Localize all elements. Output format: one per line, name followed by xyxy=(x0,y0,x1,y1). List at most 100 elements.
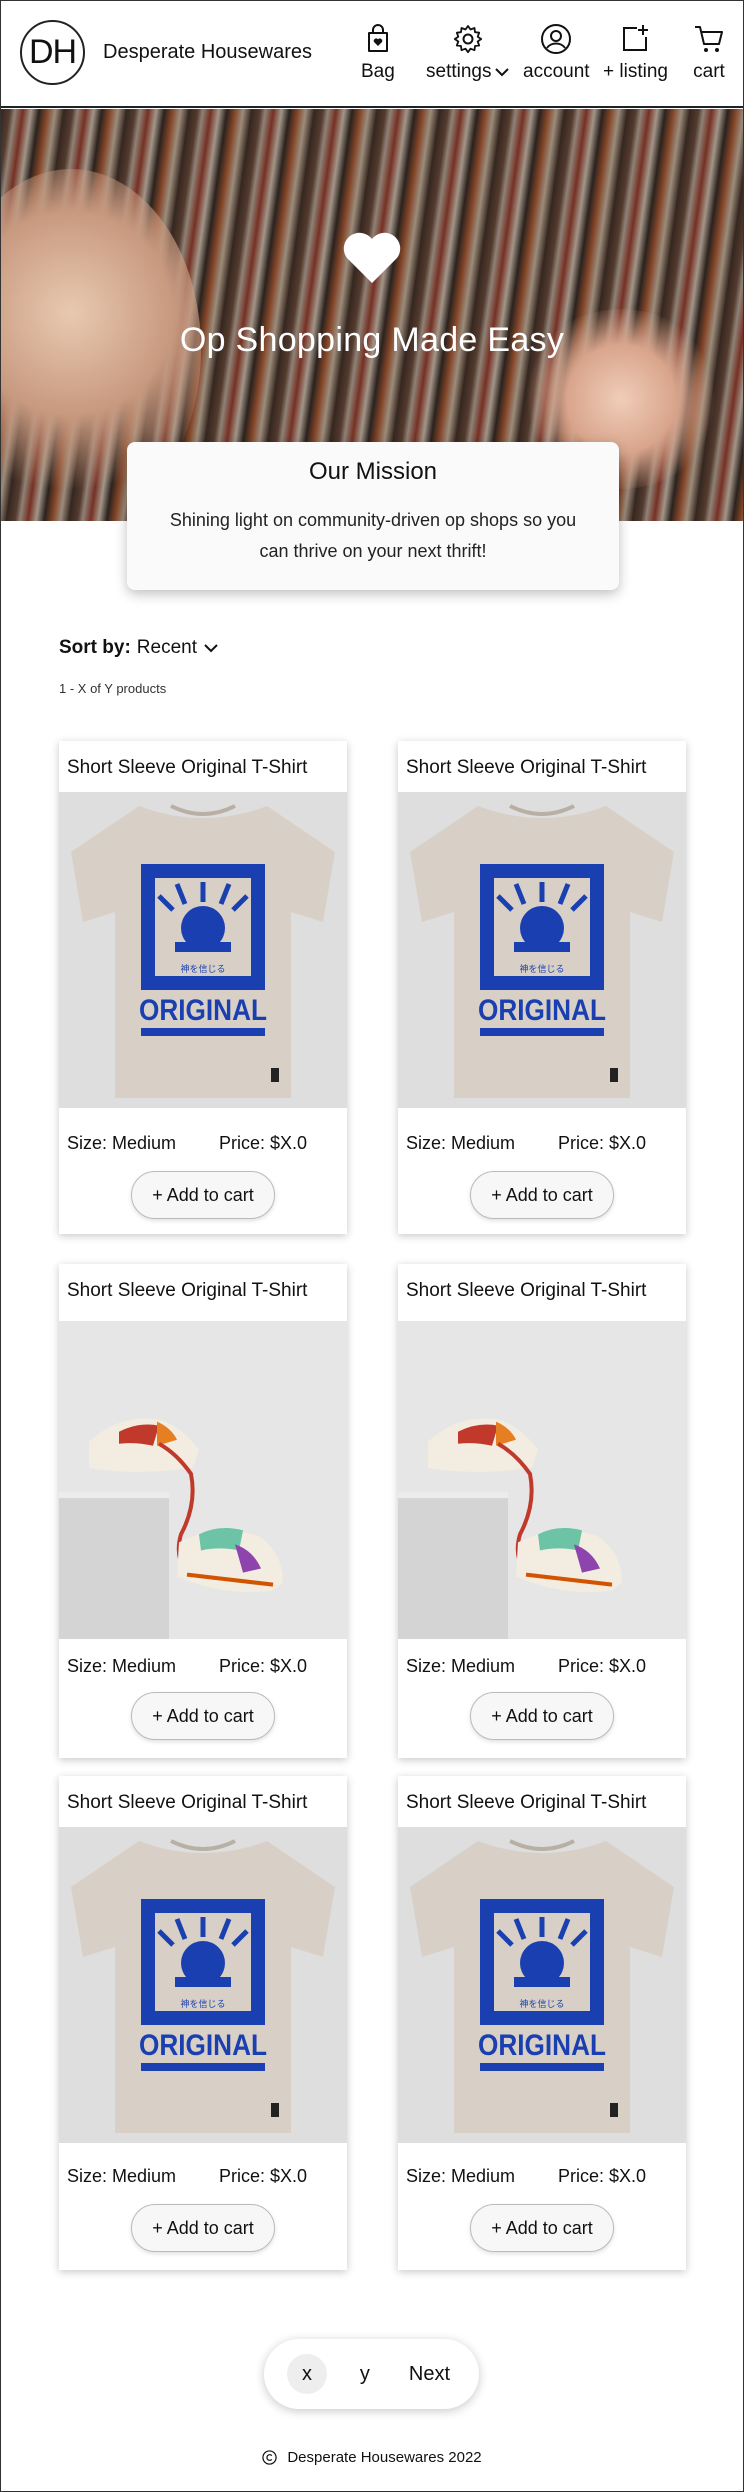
gear-icon xyxy=(453,25,482,54)
product-meta: Size: Medium Price: $X.0 xyxy=(406,1133,678,1154)
product-size: Size: Medium xyxy=(406,1656,516,1676)
product-title[interactable]: Short Sleeve Original T-Shirt xyxy=(406,1792,646,1814)
svg-text:神を信じる: 神を信じる xyxy=(180,1998,225,2010)
sort-value: Recent xyxy=(136,637,197,658)
product-meta: Size: Medium Price: $X.0 xyxy=(67,2166,339,2187)
svg-text:ORIGINAL: ORIGINAL xyxy=(478,994,606,1027)
product-meta: Size: Medium Price: $X.0 xyxy=(406,2166,678,2187)
add-to-cart-button[interactable]: + Add to cart xyxy=(131,1171,275,1219)
sort-label: Sort by: xyxy=(59,637,131,658)
plus-icon: + xyxy=(152,2217,163,2238)
product-meta: Size: Medium Price: $X.0 xyxy=(67,1656,339,1677)
nav-settings[interactable]: settings xyxy=(426,23,510,83)
nav-bag[interactable]: Bag xyxy=(361,23,395,83)
copyright-icon xyxy=(262,2450,278,2465)
add-to-cart-label: Add to cart xyxy=(505,1184,593,1205)
add-to-cart-label: Add to cart xyxy=(166,1184,254,1205)
product-image[interactable]: 神を信じる ORIGINAL xyxy=(398,792,686,1108)
chevron-down-icon xyxy=(495,68,510,77)
product-image[interactable] xyxy=(59,1321,347,1639)
add-to-cart-label: Add to cart xyxy=(505,2217,593,2238)
product-card[interactable]: Short Sleeve Original T-Shirt Size: Medi… xyxy=(59,1264,347,1758)
page-button-x[interactable]: x xyxy=(286,2354,327,2394)
nav-label-cart: cart xyxy=(693,61,725,82)
plus-icon: + xyxy=(491,1184,502,1205)
nav-label-bag: Bag xyxy=(361,61,395,82)
product-title[interactable]: Short Sleeve Original T-Shirt xyxy=(67,1280,307,1302)
add-to-cart-button[interactable]: + Add to cart xyxy=(131,2204,275,2252)
cart-icon xyxy=(695,26,723,52)
nav-label-account: account xyxy=(523,61,590,82)
product-size: Size: Medium xyxy=(406,2166,516,2186)
add-to-cart-button[interactable]: + Add to cart xyxy=(470,1171,614,1219)
product-image[interactable]: 神を信じる ORIGINAL xyxy=(59,792,347,1108)
tshirt-image: 神を信じる ORIGINAL xyxy=(398,792,686,1108)
tshirt-image: 神を信じる ORIGINAL xyxy=(59,1827,347,2143)
product-count: 1 - X of Y products xyxy=(59,681,167,696)
logo[interactable]: DH xyxy=(20,20,85,85)
product-title[interactable]: Short Sleeve Original T-Shirt xyxy=(406,757,646,779)
footer-text: Desperate Housewares 2022 xyxy=(287,2449,482,2466)
product-image[interactable] xyxy=(398,1321,686,1639)
hero-title: Op Shopping Made Easy xyxy=(179,321,565,359)
logo-text: DH xyxy=(28,33,77,71)
nav-label-settings: settings xyxy=(426,61,492,82)
sneakers-image xyxy=(59,1321,347,1639)
account-icon xyxy=(541,24,572,54)
footer: Desperate Housewares 2022 xyxy=(1,2449,743,2466)
product-price: Price: $X.0 xyxy=(557,1133,646,1153)
tshirt-image: 神を信じる ORIGINAL xyxy=(398,1827,686,2143)
add-listing-icon xyxy=(623,25,649,51)
plus-icon: + xyxy=(491,2217,502,2238)
product-price: Price: $X.0 xyxy=(218,2166,307,2186)
product-title[interactable]: Short Sleeve Original T-Shirt xyxy=(406,1280,646,1302)
nav-cart[interactable]: cart xyxy=(693,23,725,83)
next-page-button[interactable]: Next xyxy=(403,2363,456,2386)
product-size: Size: Medium xyxy=(67,1133,177,1153)
add-to-cart-button[interactable]: + Add to cart xyxy=(470,2204,614,2252)
page-button-y[interactable]: y xyxy=(345,2354,385,2394)
add-to-cart-button[interactable]: + Add to cart xyxy=(470,1692,614,1740)
mission-card: Our Mission Shining light on community-d… xyxy=(127,442,619,590)
product-size: Size: Medium xyxy=(67,1656,177,1676)
tshirt-image: 神を信じる ORIGINAL xyxy=(59,792,347,1108)
bag-icon xyxy=(367,24,388,52)
product-card[interactable]: Short Sleeve Original T-Shirt Size: Medi… xyxy=(398,1264,686,1758)
mission-text: Shining light on community-driven op sho… xyxy=(169,510,577,561)
pagination: x y Next xyxy=(264,2339,479,2409)
product-card[interactable]: Short Sleeve Original T-Shirt 神を信じる ORIG… xyxy=(59,1776,347,2270)
nav-account[interactable]: account xyxy=(523,23,590,83)
product-card[interactable]: Short Sleeve Original T-Shirt 神を信じる ORIG… xyxy=(398,1776,686,2270)
heart-icon xyxy=(343,232,401,283)
product-title[interactable]: Short Sleeve Original T-Shirt xyxy=(67,1792,307,1814)
add-to-cart-label: Add to cart xyxy=(166,1705,254,1726)
brand-name[interactable]: Desperate Housewares xyxy=(103,41,312,64)
product-image[interactable]: 神を信じる ORIGINAL xyxy=(398,1827,686,2143)
product-title[interactable]: Short Sleeve Original T-Shirt xyxy=(67,757,307,779)
svg-text:神を信じる: 神を信じる xyxy=(180,963,225,975)
plus-icon: + xyxy=(152,1184,163,1205)
mission-title: Our Mission xyxy=(308,458,438,485)
page: DH Desperate Housewares Bag settings acc… xyxy=(0,0,744,2492)
product-meta: Size: Medium Price: $X.0 xyxy=(406,1656,678,1677)
header: DH Desperate Housewares Bag settings acc… xyxy=(1,1,743,108)
svg-text:ORIGINAL: ORIGINAL xyxy=(139,994,267,1027)
add-to-cart-label: Add to cart xyxy=(166,2217,254,2238)
add-to-cart-label: Add to cart xyxy=(505,1705,593,1726)
svg-text:ORIGINAL: ORIGINAL xyxy=(139,2029,267,2062)
product-size: Size: Medium xyxy=(406,1133,516,1153)
add-to-cart-button[interactable]: + Add to cart xyxy=(131,1692,275,1740)
product-price: Price: $X.0 xyxy=(218,1656,307,1676)
product-size: Size: Medium xyxy=(67,2166,177,2186)
sort-dropdown[interactable]: Sort by: Recent xyxy=(59,637,219,659)
svg-text:神を信じる: 神を信じる xyxy=(519,1998,564,2010)
product-image[interactable]: 神を信じる ORIGINAL xyxy=(59,1827,347,2143)
svg-text:ORIGINAL: ORIGINAL xyxy=(478,2029,606,2062)
product-card[interactable]: Short Sleeve Original T-Shirt 神を信じる ORIG… xyxy=(59,741,347,1234)
product-price: Price: $X.0 xyxy=(557,2166,646,2186)
plus-icon: + xyxy=(491,1705,502,1726)
product-card[interactable]: Short Sleeve Original T-Shirt 神を信じる ORIG… xyxy=(398,741,686,1234)
nav-add-listing[interactable]: + listing xyxy=(603,23,668,83)
product-price: Price: $X.0 xyxy=(218,1133,307,1153)
product-meta: Size: Medium Price: $X.0 xyxy=(67,1133,339,1154)
